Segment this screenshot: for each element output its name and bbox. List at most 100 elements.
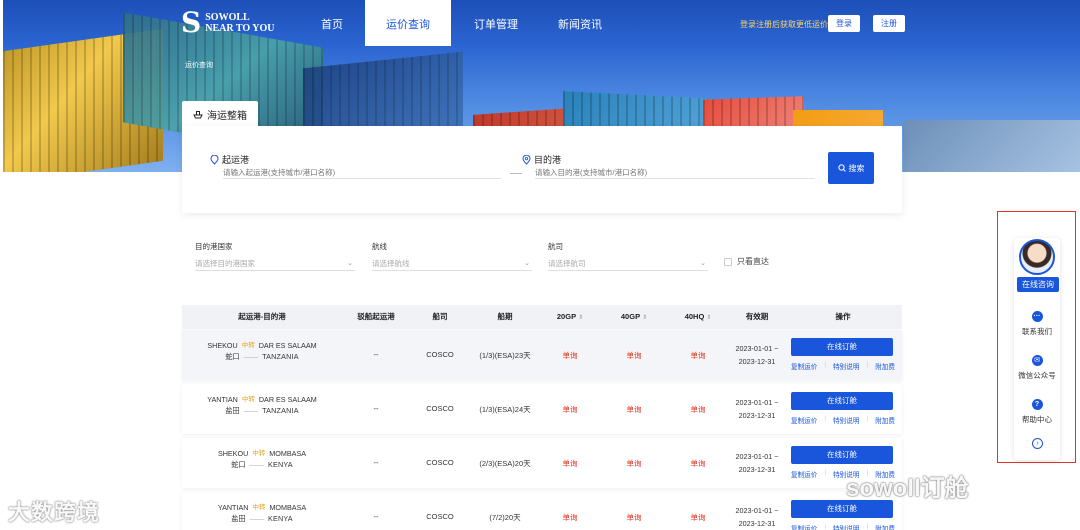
route-select[interactable]: 请选择航线 ⌄ bbox=[372, 258, 532, 271]
table-row: SHEKOU 中转 DAR ES SALAAM 蛇口 —— TANZANIA -- COSCO… bbox=[182, 330, 902, 380]
origin-port: SHEKOU bbox=[207, 341, 238, 350]
watermark-left: 大数跨境 bbox=[8, 500, 101, 525]
carrier: COSCO bbox=[426, 350, 454, 359]
tab-sea-fcl[interactable]: 海运整箱 bbox=[182, 101, 258, 127]
nav-home[interactable]: 首页 bbox=[303, 0, 361, 46]
book-online-button[interactable]: 在线订舱 bbox=[791, 392, 893, 410]
validity: 2023-01-01 ~2023-12-31 bbox=[735, 398, 779, 420]
book-online-button[interactable]: 在线订舱 bbox=[791, 446, 893, 464]
nav-rate-query[interactable]: 运价查询 bbox=[365, 0, 451, 46]
special-note-link[interactable]: 特别说明 bbox=[833, 361, 859, 371]
route-cell: SHEKOU 中转 DAR ES SALAAM 蛇口 —— TANZANIA bbox=[192, 340, 332, 362]
copy-rate-link[interactable]: 复制运价 bbox=[791, 361, 817, 371]
surcharge-link[interactable]: 附加费 bbox=[875, 415, 895, 425]
copy-rate-link[interactable]: 复制运价 bbox=[791, 523, 817, 530]
register-tip[interactable]: 登录注册后获取更低运价 bbox=[740, 19, 828, 30]
chevron-down-icon: ⌄ bbox=[700, 260, 706, 267]
copy-rate-link[interactable]: 复制运价 bbox=[791, 469, 817, 479]
dest-input[interactable] bbox=[535, 167, 815, 179]
price-40gp[interactable]: 单询 bbox=[606, 350, 662, 361]
price-20gp[interactable]: 单询 bbox=[542, 350, 598, 361]
book-online-button[interactable]: 在线订舱 bbox=[791, 338, 893, 356]
origin-port: SHEKOU bbox=[217, 449, 249, 458]
chevron-right-icon[interactable]: › bbox=[1032, 438, 1043, 449]
wechat-icon: ✉ bbox=[1031, 355, 1043, 366]
col-40hq[interactable]: 40HQ ⇕ bbox=[670, 305, 726, 329]
carrier: COSCO bbox=[426, 512, 454, 521]
price-40hq[interactable]: 单询 bbox=[670, 350, 726, 361]
top-nav: S SOWOLL NEAR TO YOU 首页 运价查询 订单管理 新闻资讯 登… bbox=[3, 0, 1080, 46]
table-row: SHEKOU 中转 MOMBASA 蛇口 —— KENYA -- COSCO (2/3)(ESA… bbox=[182, 438, 902, 488]
origin-port-cn: 蛇口 bbox=[225, 352, 240, 361]
price-40gp[interactable]: 单询 bbox=[606, 512, 662, 523]
sort-icon: ⇕ bbox=[642, 315, 648, 321]
transit-tag: 中转 bbox=[252, 450, 266, 457]
breadcrumb[interactable]: 运价查询 bbox=[185, 60, 213, 70]
contact-us-button[interactable]: ··· 联系我们 bbox=[1014, 311, 1060, 337]
country-filter: 目的港国家 请选择目的港国家 ⌄ bbox=[195, 241, 355, 271]
dest-country: KENYA bbox=[267, 460, 293, 469]
checkbox-box[interactable] bbox=[724, 257, 732, 266]
nav-news[interactable]: 新闻资讯 bbox=[551, 0, 609, 46]
price-40gp[interactable]: 单询 bbox=[606, 458, 662, 469]
search-card: 起运港 目的港 搜索 bbox=[182, 126, 902, 213]
table-header: 起运港-目的港 驳船起运港 船司 船期 20GP ⇕ 40GP ⇕ 40HQ ⇕ 有效… bbox=[182, 305, 902, 329]
avatar[interactable] bbox=[1019, 239, 1055, 275]
dest-label: 目的港 bbox=[522, 153, 561, 166]
validity: 2023-01-01 ~2023-12-31 bbox=[735, 506, 779, 528]
schedule: (1/3)(ESA)24天 bbox=[479, 405, 531, 414]
carrier: COSCO bbox=[426, 458, 454, 467]
origin-port-cn: 盐田 bbox=[225, 406, 240, 415]
direct-only-checkbox[interactable]: 只看直达 bbox=[724, 256, 769, 267]
validity: 2023-01-01 ~2023-12-31 bbox=[735, 452, 779, 474]
country-select[interactable]: 请选择目的港国家 ⌄ bbox=[195, 258, 355, 271]
logo-line2: NEAR TO YOU bbox=[205, 23, 275, 34]
special-note-link[interactable]: 特别说明 bbox=[833, 523, 859, 530]
watermark-right: sowoll订舱 bbox=[846, 475, 969, 502]
col-20gp[interactable]: 20GP ⇕ bbox=[542, 305, 598, 329]
chevron-down-icon: ⌄ bbox=[524, 260, 530, 267]
search-button[interactable]: 搜索 bbox=[828, 152, 874, 184]
carrier-filter: 航司 请选择航司 ⌄ bbox=[548, 241, 708, 271]
wechat-button[interactable]: ✉ 微信公众号 bbox=[1014, 355, 1060, 381]
copy-rate-link[interactable]: 复制运价 bbox=[791, 415, 817, 425]
route-cell: YANTIAN 中转 MOMBASA 盐田 —— KENYA bbox=[192, 502, 332, 524]
origin-input[interactable] bbox=[223, 167, 501, 179]
route-line: —— bbox=[243, 406, 259, 415]
route-filter: 航线 请选择航线 ⌄ bbox=[372, 241, 532, 271]
ship-icon bbox=[193, 111, 203, 119]
price-40gp[interactable]: 单询 bbox=[606, 404, 662, 415]
price-20gp[interactable]: 单询 bbox=[542, 404, 598, 415]
price-40hq[interactable]: 单询 bbox=[670, 404, 726, 415]
search-icon bbox=[837, 164, 846, 172]
route-cell: SHEKOU 中转 MOMBASA 蛇口 —— KENYA bbox=[192, 448, 332, 470]
schedule: (2/3)(ESA)20天 bbox=[479, 459, 531, 468]
country-filter-label: 目的港国家 bbox=[195, 242, 233, 251]
register-button[interactable]: 注册 bbox=[873, 15, 905, 32]
carrier: COSCO bbox=[426, 404, 454, 413]
help-icon: ? bbox=[1031, 399, 1043, 410]
logo[interactable]: S SOWOLL NEAR TO YOU bbox=[181, 9, 275, 37]
surcharge-link[interactable]: 附加费 bbox=[875, 523, 895, 530]
logo-line1: SOWOLL bbox=[205, 12, 250, 23]
feeder-port: -- bbox=[373, 350, 379, 359]
origin-port-cn: 盐田 bbox=[231, 514, 246, 523]
price-40hq[interactable]: 单询 bbox=[670, 512, 726, 523]
col-40gp[interactable]: 40GP ⇕ bbox=[606, 305, 662, 329]
table-row: YANTIAN 中转 MOMBASA 盐田 —— KENYA -- COSCO (7/2)20天… bbox=[182, 492, 902, 530]
special-note-link[interactable]: 特别说明 bbox=[833, 415, 859, 425]
price-20gp[interactable]: 单询 bbox=[542, 458, 598, 469]
price-20gp[interactable]: 单询 bbox=[542, 512, 598, 523]
schedule: (1/3)(ESA)23天 bbox=[479, 351, 531, 360]
carrier-select[interactable]: 请选择航司 ⌄ bbox=[548, 258, 708, 271]
price-40hq[interactable]: 单询 bbox=[670, 458, 726, 469]
login-button[interactable]: 登录 bbox=[828, 15, 860, 32]
surcharge-link[interactable]: 附加费 bbox=[875, 361, 895, 371]
dest-port: DAR ES SALAAM bbox=[258, 341, 317, 350]
help-center-button[interactable]: ? 帮助中心 bbox=[1014, 399, 1060, 425]
route-line: —— bbox=[243, 352, 259, 361]
nav-orders[interactable]: 订单管理 bbox=[467, 0, 525, 46]
origin-port-cn: 蛇口 bbox=[231, 460, 246, 469]
online-consult-button[interactable]: 在线咨询 bbox=[1017, 277, 1059, 292]
route-line: —— bbox=[249, 460, 264, 469]
